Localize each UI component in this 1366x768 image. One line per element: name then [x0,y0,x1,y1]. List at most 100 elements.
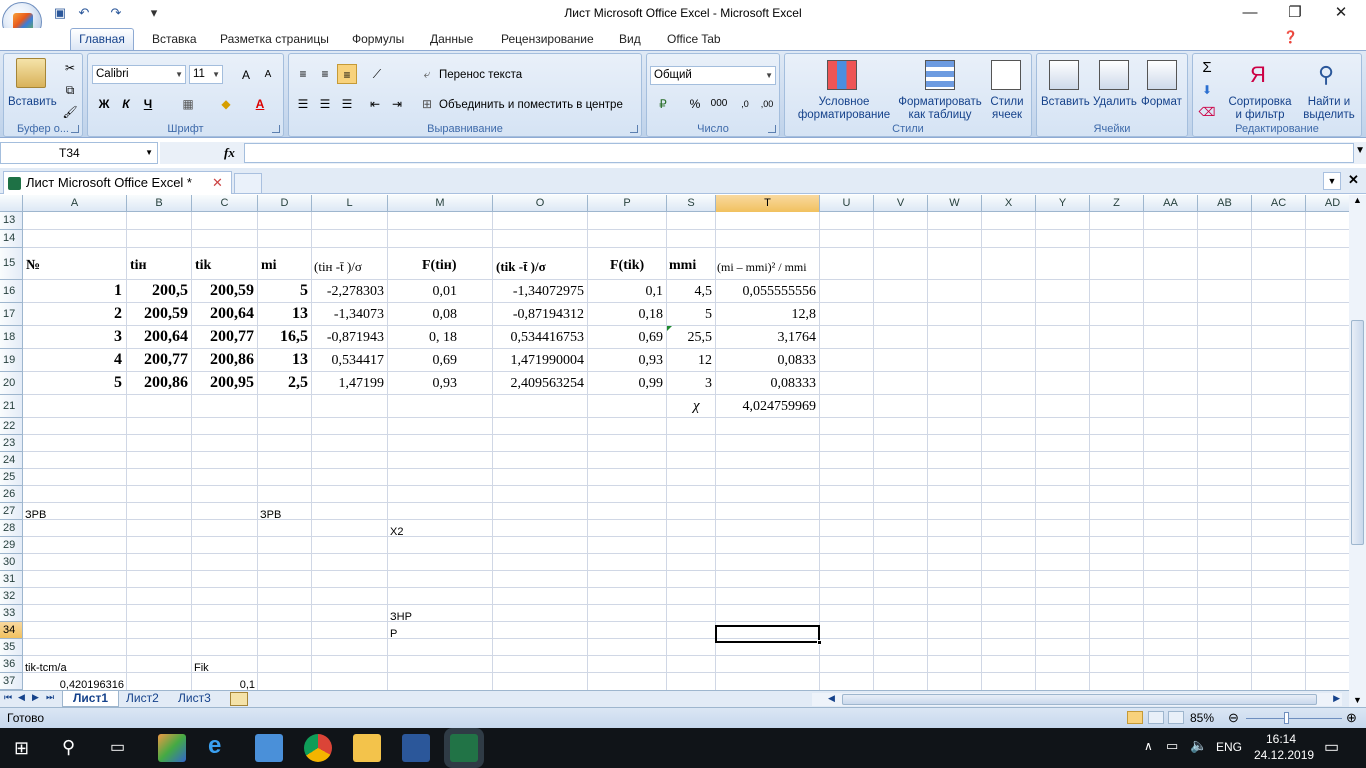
scroll-right-icon[interactable]: ▶ [1333,693,1340,704]
cell-o17[interactable]: -0,87194312 [494,307,584,323]
sort-filter-icon[interactable]: Я [1243,60,1273,90]
close-tab-icon[interactable]: ✕ [212,172,223,194]
cell-c20[interactable]: 200,95 [193,374,254,392]
minimize-button[interactable]: — [1227,0,1273,28]
expand-formula-icon[interactable]: ▼ [1355,145,1365,156]
cell-d17[interactable]: 13 [259,305,308,323]
cell-d27[interactable]: ЗРВ [260,509,281,521]
align-left-icon[interactable]: ☰ [293,94,313,114]
cell-l19[interactable]: 0,534417 [313,353,385,369]
chrome-icon[interactable] [304,734,332,762]
row-header-16[interactable]: 16 [0,280,23,303]
column-header-d[interactable]: D [258,195,312,212]
cell-o18[interactable]: 0,534416753 [494,330,585,346]
cell-m33[interactable]: ЗНР [390,611,412,623]
row-header-37[interactable]: 37 [0,673,23,690]
align-center-icon[interactable]: ☰ [315,94,335,114]
zoom-slider[interactable] [1246,718,1342,719]
column-header-o[interactable]: O [493,195,588,212]
font-name-select[interactable]: Calibri ▼ [92,65,186,84]
format-as-table-icon[interactable] [925,60,955,90]
cut-icon[interactable]: ✂ [60,58,80,78]
page-layout-view-icon[interactable] [1148,711,1164,724]
format-as-table-button[interactable]: Форматировать как таблицу [895,96,985,122]
wrap-text-icon[interactable]: ⤶ [417,64,437,84]
last-sheet-icon[interactable]: ⏭ [46,692,54,703]
cell-p20[interactable]: 0,99 [589,376,664,392]
save-icon[interactable]: ▣ [52,5,68,21]
row-header-20[interactable]: 20 [0,372,23,395]
cell-s17[interactable]: 5 [668,307,712,323]
delete-cells-icon[interactable] [1099,60,1129,90]
column-header-v[interactable]: V [874,195,928,212]
cell-m20[interactable]: 0,93 [389,376,458,392]
column-header-ac[interactable]: AC [1252,195,1306,212]
cell-a17[interactable]: 2 [24,305,122,323]
sort-filter-button[interactable]: Сортировка и фильтр [1227,96,1293,122]
word-icon[interactable] [402,734,430,762]
tab-home[interactable]: Главная [70,28,134,50]
row-header-25[interactable]: 25 [0,469,23,486]
cell-m16[interactable]: 0,01 [389,284,458,300]
paste-button[interactable]: Вставить [8,96,57,109]
app-cube-icon[interactable] [158,734,186,762]
sheet-tab-1[interactable]: Лист1 [62,691,120,707]
customize-qat-icon[interactable]: ▾ [146,5,162,21]
cell-c18[interactable]: 200,77 [193,328,254,346]
format-cells-button[interactable]: Формат [1141,96,1182,109]
cell-s16[interactable]: 4,5 [668,284,713,300]
cell-m17[interactable]: 0,08 [389,307,458,323]
merge-center-button[interactable]: Объединить и поместить в центре [439,99,623,112]
file-explorer-icon[interactable] [353,734,381,762]
zoom-out-icon[interactable]: ⊖ [1228,710,1239,726]
column-header-a[interactable]: A [23,195,127,212]
cell-a19[interactable]: 4 [24,351,122,369]
cell-o19[interactable]: 1,471990004 [494,353,585,369]
cell-p19[interactable]: 0,93 [589,353,664,369]
horizontal-scroll-thumb[interactable] [842,694,1317,705]
cell-b19[interactable]: 200,77 [128,351,188,369]
italic-button[interactable]: К [116,94,136,114]
cell-a20[interactable]: 5 [24,374,122,392]
row-header-24[interactable]: 24 [0,452,23,469]
column-header-t[interactable]: T [716,195,820,212]
prev-sheet-icon[interactable]: ◀ [18,692,25,703]
tab-formulas[interactable]: Формулы [352,32,404,46]
column-header-l[interactable]: L [312,195,388,212]
insert-sheet-icon[interactable] [230,692,248,706]
column-header-b[interactable]: B [127,195,192,212]
align-right-icon[interactable]: ☰ [337,94,357,114]
row-header-29[interactable]: 29 [0,537,23,554]
column-header-z[interactable]: Z [1090,195,1144,212]
scroll-left-icon[interactable]: ◀ [828,693,835,704]
next-sheet-icon[interactable]: ▶ [32,692,39,703]
cell-s19[interactable]: 12 [668,353,712,369]
conditional-formatting-icon[interactable] [827,60,857,90]
cell-c16[interactable]: 200,59 [193,282,254,300]
cell-t19[interactable]: 0,0833 [717,353,817,369]
row-header-31[interactable]: 31 [0,571,23,588]
cell-d18[interactable]: 16,5 [259,328,308,346]
column-header-p[interactable]: P [588,195,667,212]
language-indicator[interactable]: ENG [1216,740,1242,754]
tab-list-icon[interactable]: ▼ [1323,172,1341,190]
cell-b18[interactable]: 200,64 [128,328,188,346]
decrease-decimal-icon[interactable]: ,00 [757,94,777,114]
zoom-in-icon[interactable]: ⊕ [1346,710,1357,726]
zoom-slider-thumb[interactable] [1284,712,1289,724]
alignment-launcher-icon[interactable] [630,125,638,133]
active-cell-t34[interactable] [715,625,822,645]
row-header-34[interactable]: 34 [0,622,23,639]
percent-button[interactable]: % [685,94,705,114]
volume-icon[interactable]: 🔈 [1190,737,1207,754]
cell-d16[interactable]: 5 [259,282,308,300]
cell-a16[interactable]: 1 [24,282,122,300]
clock-time[interactable]: 16:14 [1266,732,1296,746]
cell-c36[interactable]: Fik [194,662,209,674]
find-select-button[interactable]: Найти и выделить [1297,96,1361,122]
cell-m19[interactable]: 0,69 [389,353,458,369]
underline-button[interactable]: Ч [138,94,158,114]
format-cells-icon[interactable] [1147,60,1177,90]
increase-indent-icon[interactable]: ⇥ [387,94,407,114]
formula-input[interactable] [244,143,1354,163]
